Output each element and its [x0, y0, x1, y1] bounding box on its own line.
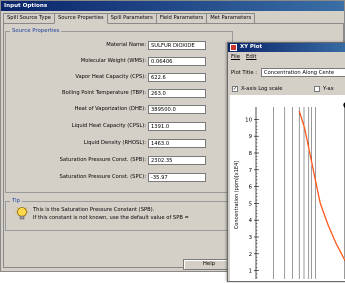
material-name-label: Material Name:: [106, 42, 146, 48]
field-row-heat-of-vaporization: Heat of Vaporization (DHE): 389500.0: [11, 105, 231, 115]
yaxis-log-checkbox[interactable]: Y-ax: [314, 86, 334, 92]
boiling-point-field[interactable]: 263.0: [148, 89, 206, 98]
field-row-molecular-weight: Molecular Weight (WMS): 0.06406: [11, 57, 231, 67]
vapor-heat-capacity-field[interactable]: 622.6: [148, 73, 206, 82]
liquid-heat-capacity-field[interactable]: 1391.0: [148, 122, 206, 131]
y-tick-label: 5: [249, 201, 252, 207]
tab-field-parameters[interactable]: Field Parameters: [155, 13, 208, 23]
plot-menubar: File Edit: [231, 54, 262, 60]
lightbulb-icon: [15, 207, 29, 220]
heat-of-vaporization-label: Heat of Vaporization (DHE):: [74, 106, 146, 112]
field-row-liquid-density: Liquid Density (RHOSL): 1463.0: [11, 139, 231, 149]
field-row-saturation-spb: Saturation Pressure Const. (SPB): 2302.3…: [11, 156, 231, 166]
tab-bar: Spill Source Type Source Properties Spil…: [3, 13, 256, 24]
window-title: Input Options: [1, 1, 344, 11]
liquid-density-field[interactable]: 1463.0: [148, 139, 206, 148]
plot-title-label: Plot Title :: [231, 70, 257, 76]
boiling-point-label: Boiling Point Temperature (TBP):: [62, 90, 146, 96]
tip-line-2: If this constant is not known, use the d…: [33, 214, 189, 221]
y-tick-label: 2: [249, 252, 252, 258]
saturation-spb-label: Saturation Pressure Const. (SPB):: [59, 157, 146, 163]
yaxis-log-label: Y-ax: [323, 86, 334, 92]
heat-of-vaporization-field[interactable]: 389500.0: [148, 105, 206, 114]
series-line: [298, 110, 345, 262]
y-tick-label: 7: [249, 168, 252, 174]
plot-title-input[interactable]: Concentration Along Cente: [261, 68, 345, 77]
y-tick-label: 6: [249, 185, 253, 191]
field-row-boiling-point: Boiling Point Temperature (TBP): 263.0: [11, 89, 231, 99]
field-row-material-name: Material Name: SULFUR DIOXIDE: [11, 41, 231, 51]
checkbox-empty-icon: [314, 86, 320, 92]
material-name-field[interactable]: SULFUR DIOXIDE: [148, 41, 206, 50]
tip-line-1: This is the Saturation Pressure Constant…: [33, 207, 155, 213]
y-tick-label: 10: [245, 117, 252, 123]
molecular-weight-label: Molecular Weight (WMS):: [80, 58, 146, 64]
source-properties-title: Source Properties: [10, 27, 62, 35]
liquid-heat-capacity-label: Liquid Heat Capacity (CPSL):: [71, 123, 146, 129]
saturation-spc-field[interactable]: -35.97: [148, 173, 206, 182]
saturation-spc-label: Saturation Pressure Const. (SPC):: [59, 174, 146, 180]
tip-text: This is the Saturation Pressure Constant…: [33, 207, 233, 222]
saturation-spb-field[interactable]: 2302.35: [148, 156, 206, 165]
tab-spill-source-type[interactable]: Spill Source Type: [3, 13, 55, 23]
xaxis-log-checkbox[interactable]: ✓ X-axis Log scale: [232, 86, 283, 92]
plot-app-icon: [230, 44, 237, 51]
vapor-heat-capacity-label: Vapor Heat Capacity (CPS):: [75, 74, 146, 80]
y-tick-label: 4: [249, 218, 253, 224]
xy-plot-title: XY Plot: [228, 43, 345, 52]
tab-source-properties[interactable]: Source Properties: [53, 13, 108, 24]
y-tick-label: 1: [249, 269, 252, 275]
checkbox-check-icon: ✓: [232, 86, 238, 92]
molecular-weight-field[interactable]: 0.06406: [148, 57, 206, 66]
y-axis-label: Concentration (ppm)[x1E4]: [234, 161, 240, 230]
field-row-vapor-heat-capacity: Vapor Heat Capacity (CPS): 622.6: [11, 73, 231, 83]
menu-file[interactable]: File: [231, 54, 240, 60]
liquid-density-label: Liquid Density (RHOSL):: [83, 140, 146, 146]
tab-spill-parameters[interactable]: Spill Parameters: [106, 13, 157, 23]
xy-plot-window: XY Plot File Edit Plot Title : Concentra…: [227, 42, 345, 282]
tip-title: Tip: [10, 197, 23, 205]
y-tick-label: 9: [249, 134, 253, 140]
y-tick-label: 3: [249, 235, 252, 241]
y-tick-label: 8: [249, 151, 253, 157]
chart-area: C 10987654321Concentration (ppm)[x1E4]: [230, 95, 345, 281]
field-row-liquid-heat-capacity: Liquid Heat Capacity (CPSL): 1391.0: [11, 122, 231, 132]
menu-edit[interactable]: Edit: [246, 54, 256, 60]
field-row-saturation-spc: Saturation Pressure Const. (SPC): -35.97: [11, 173, 231, 183]
chart-svg: 10 9 8 7 6 5 4 3 2 1 Concentration (ppm)[x1E4]: [234, 107, 345, 279]
tab-met-parameters[interactable]: Met Parameters: [206, 13, 256, 23]
xaxis-log-label: X-axis Log scale: [241, 86, 283, 92]
